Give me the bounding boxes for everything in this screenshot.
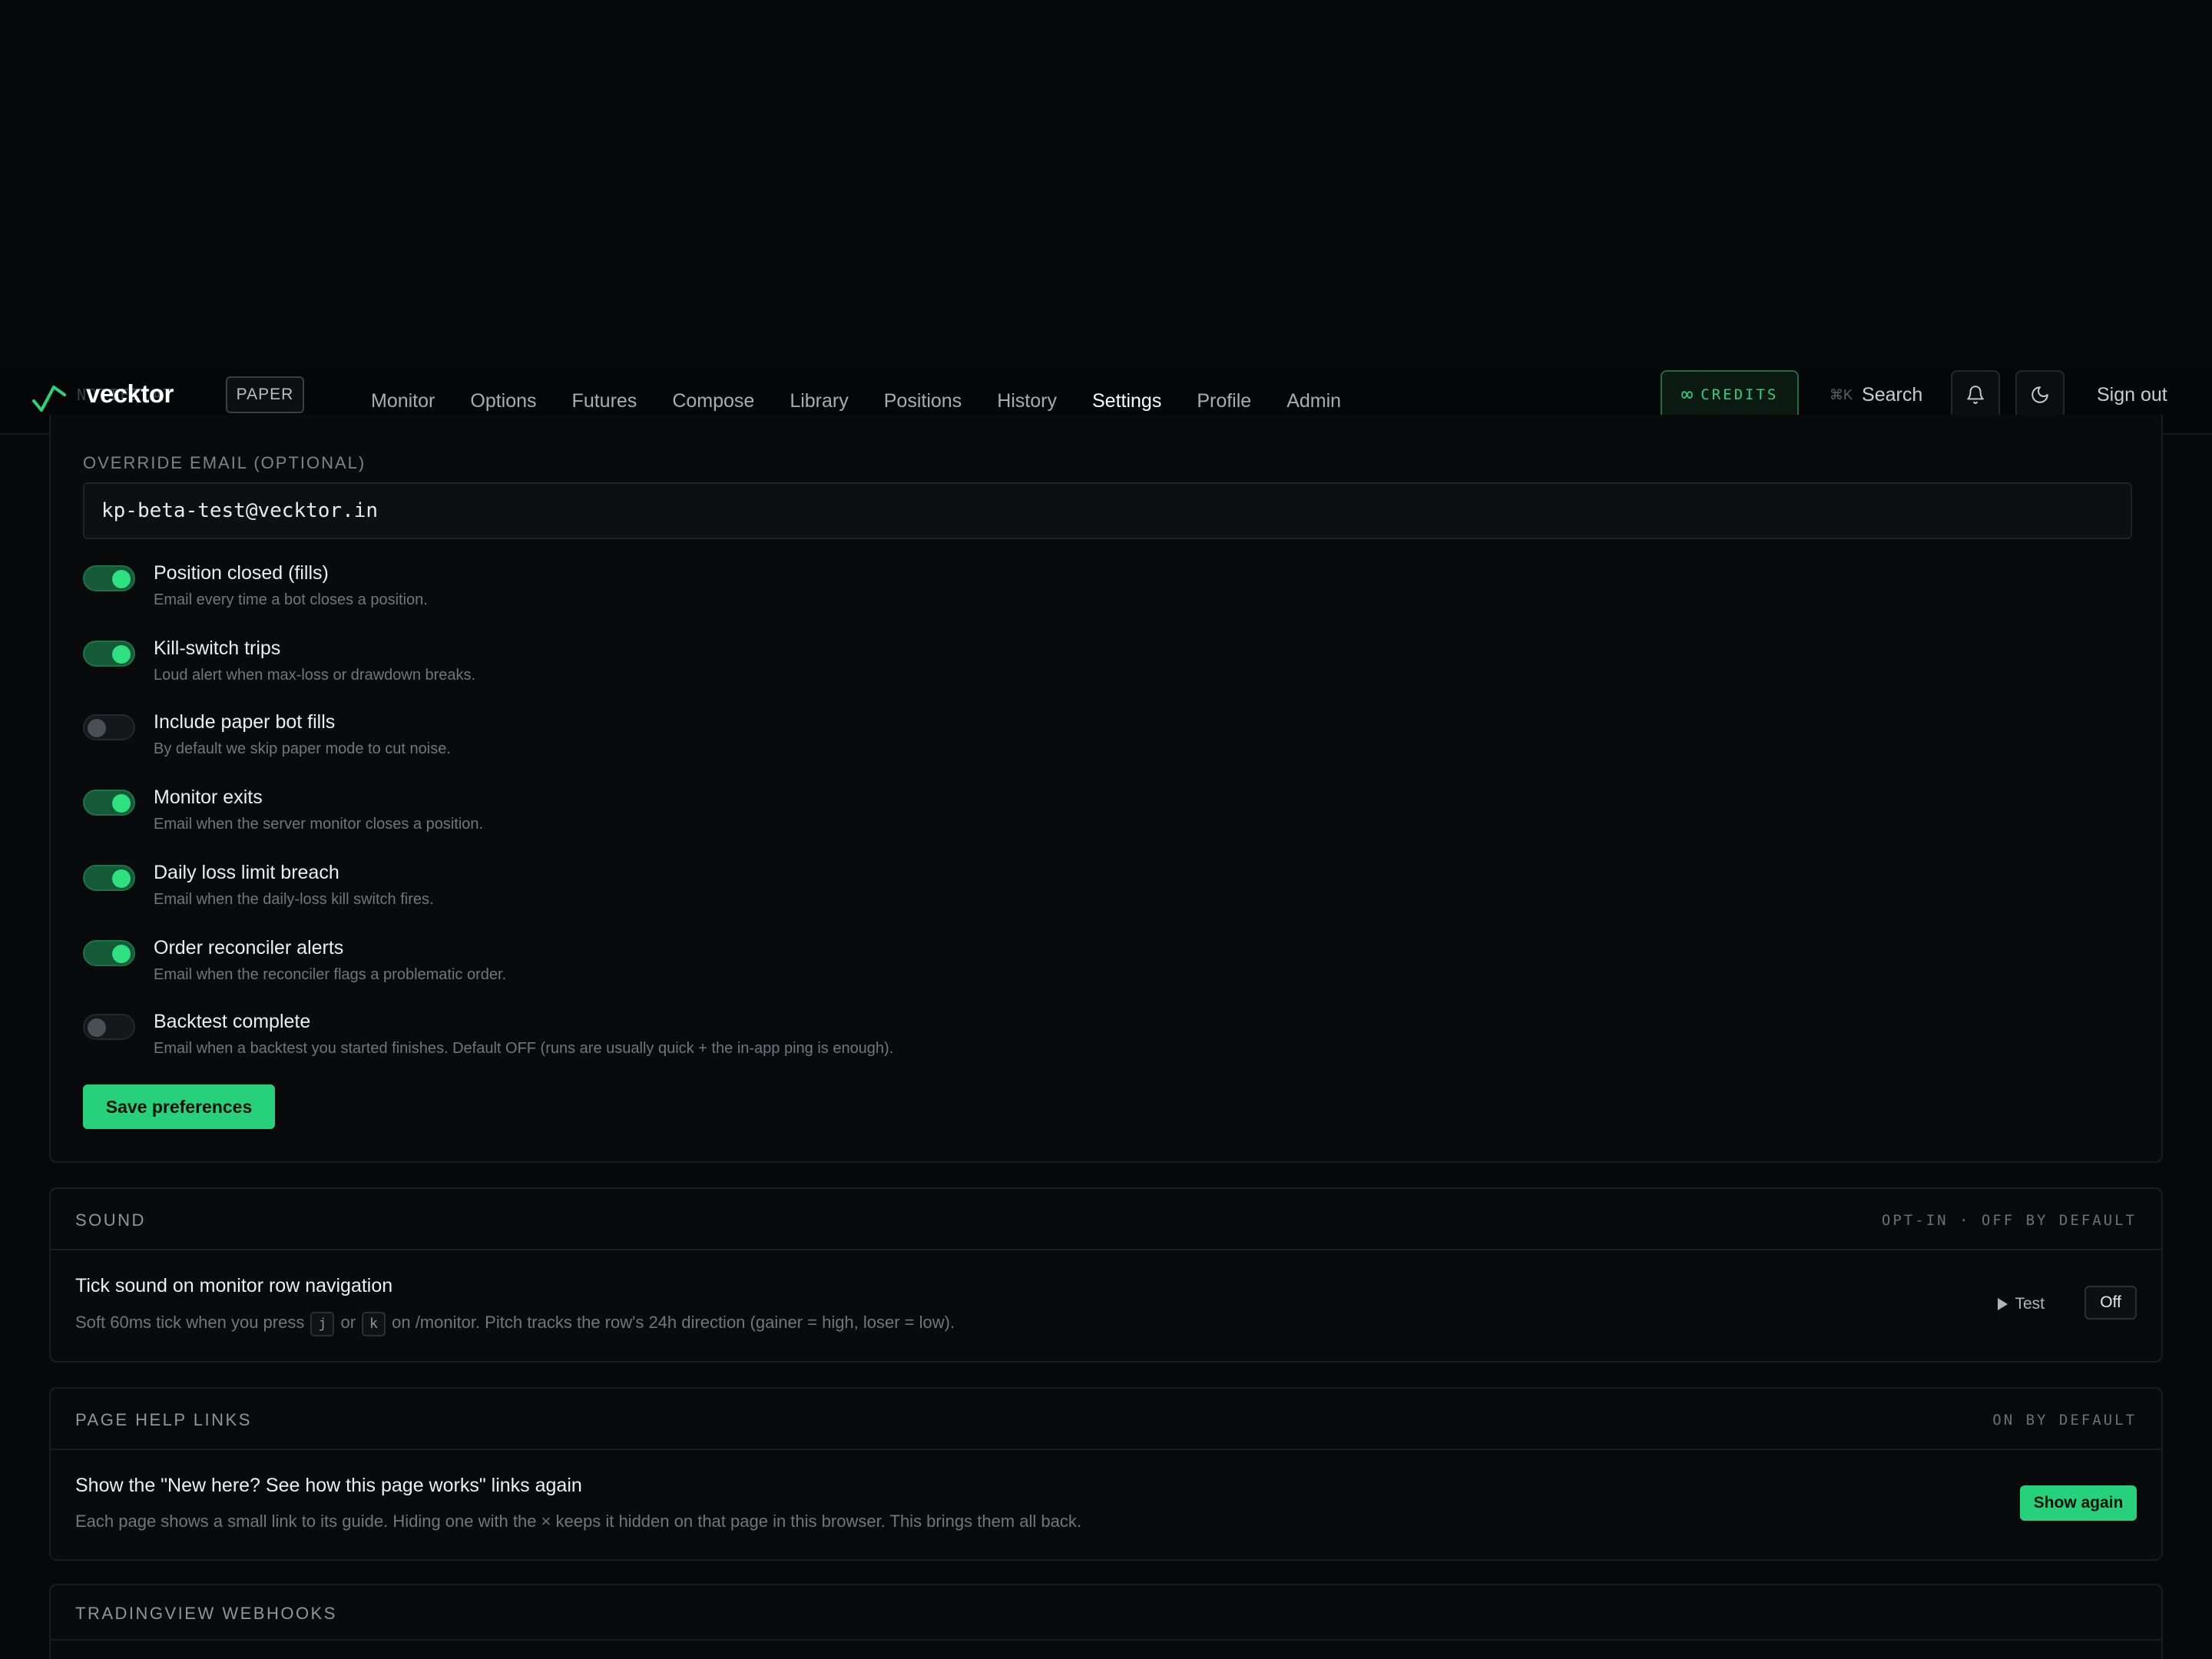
search-label: Search bbox=[1862, 383, 1923, 406]
desc-text: or bbox=[340, 1313, 356, 1332]
card-meta: ON BY DEFAULT bbox=[1992, 1412, 2137, 1429]
toggle-knob bbox=[88, 1018, 106, 1037]
infinity-icon: ∞ bbox=[1681, 383, 1694, 406]
pref-order-reconciler: Order reconciler alerts Email when the r… bbox=[83, 937, 2080, 998]
desc-text: on /monitor. Pitch tracks the row's 24h … bbox=[392, 1313, 955, 1332]
pref-desc: Email when a backtest you started finish… bbox=[154, 1040, 894, 1057]
toggle-knob bbox=[112, 869, 131, 888]
toggle-switch[interactable] bbox=[83, 940, 135, 966]
pref-title: Monitor exits bbox=[154, 786, 263, 808]
play-icon bbox=[1998, 1298, 2008, 1310]
test-label: Test bbox=[2015, 1295, 2045, 1313]
card-title: TRADINGVIEW WEBHOOKS bbox=[75, 1604, 337, 1623]
toggle-switch[interactable] bbox=[83, 641, 135, 667]
paper-mode-badge: PAPER bbox=[226, 376, 304, 413]
sound-row-title: Tick sound on monitor row navigation bbox=[75, 1275, 393, 1296]
card-meta: OPT-IN · OFF BY DEFAULT bbox=[1881, 1212, 2137, 1229]
pref-paper-bot-fills: Include paper bot fills By default we sk… bbox=[83, 711, 2080, 773]
email-notifications-card: OVERRIDE EMAIL (OPTIONAL) kp-beta-test@v… bbox=[49, 415, 2163, 1163]
sign-out-link[interactable]: Sign out bbox=[2097, 376, 2167, 413]
pref-desc: Email when the server monitor closes a p… bbox=[154, 816, 484, 833]
pref-desc: Email every time a bot closes a position… bbox=[154, 591, 428, 608]
search-shortcut: ⌘K bbox=[1830, 386, 1853, 402]
save-preferences-button[interactable]: Save preferences bbox=[83, 1084, 275, 1129]
theme-toggle-button[interactable] bbox=[2015, 370, 2065, 419]
toggle-switch[interactable] bbox=[83, 790, 135, 816]
toggle-switch[interactable] bbox=[83, 714, 135, 740]
override-email-input[interactable]: kp-beta-test@vecktor.in bbox=[83, 482, 2132, 539]
card-header: TRADINGVIEW WEBHOOKS bbox=[51, 1585, 2161, 1641]
pref-title: Kill-switch trips bbox=[154, 637, 281, 659]
credits-label: CREDITS bbox=[1700, 386, 1779, 403]
pref-title: Order reconciler alerts bbox=[154, 937, 344, 959]
pref-title: Include paper bot fills bbox=[154, 711, 336, 733]
sound-card: SOUND OPT-IN · OFF BY DEFAULT Tick sound… bbox=[49, 1187, 2163, 1363]
toggle-knob bbox=[112, 570, 131, 588]
notifications-button[interactable] bbox=[1951, 370, 2000, 419]
pref-kill-switch: Kill-switch trips Loud alert when max-lo… bbox=[83, 637, 2080, 699]
pref-title: Backtest complete bbox=[154, 1011, 311, 1032]
pref-position-closed: Position closed (fills) Email every time… bbox=[83, 562, 2080, 624]
search-button[interactable]: ⌘K Search bbox=[1830, 376, 1922, 413]
card-title: SOUND bbox=[75, 1210, 146, 1230]
bell-icon bbox=[1967, 386, 1984, 404]
toggle-switch[interactable] bbox=[83, 865, 135, 891]
toggle-switch[interactable] bbox=[83, 565, 135, 591]
override-email-label: OVERRIDE EMAIL (OPTIONAL) bbox=[83, 453, 366, 472]
pref-monitor-exits: Monitor exits Email when the server moni… bbox=[83, 786, 2080, 848]
toggle-knob bbox=[112, 945, 131, 963]
key-j: j bbox=[310, 1312, 335, 1336]
brand-name[interactable]: vecktor bbox=[86, 379, 174, 409]
show-again-button[interactable]: Show again bbox=[2020, 1485, 2137, 1521]
pref-title: Position closed (fills) bbox=[154, 562, 329, 584]
vecktor-logo-icon[interactable] bbox=[31, 378, 68, 415]
tradingview-webhooks-card: TRADINGVIEW WEBHOOKS bbox=[49, 1584, 2163, 1659]
toggle-knob bbox=[88, 719, 106, 737]
pref-desc: By default we skip paper mode to cut noi… bbox=[154, 740, 451, 757]
toggle-knob bbox=[112, 794, 131, 813]
moon-icon bbox=[2032, 386, 2048, 403]
key-k: k bbox=[362, 1312, 386, 1336]
pref-backtest-complete: Backtest complete Email when a backtest … bbox=[83, 1011, 2080, 1072]
sound-off-toggle[interactable]: Off bbox=[2085, 1286, 2137, 1320]
pref-desc: Loud alert when max-loss or drawdown bre… bbox=[154, 667, 476, 684]
help-row-desc: Each page shows a small link to its guid… bbox=[75, 1512, 1081, 1531]
desc-text: Soft 60ms tick when you press bbox=[75, 1313, 305, 1332]
test-sound-button[interactable]: Test bbox=[1996, 1287, 2045, 1321]
toggle-knob bbox=[112, 645, 131, 664]
credits-button[interactable]: ∞ CREDITS bbox=[1661, 370, 1799, 419]
page-help-links-card: PAGE HELP LINKS ON BY DEFAULT Show the "… bbox=[49, 1387, 2163, 1561]
card-header: SOUND OPT-IN · OFF BY DEFAULT bbox=[51, 1189, 2161, 1250]
pref-desc: Email when the daily-loss kill switch fi… bbox=[154, 891, 434, 908]
card-header: PAGE HELP LINKS ON BY DEFAULT bbox=[51, 1389, 2161, 1450]
card-title: PAGE HELP LINKS bbox=[75, 1410, 252, 1429]
toggle-switch[interactable] bbox=[83, 1014, 135, 1040]
pref-daily-loss-limit: Daily loss limit breach Email when the d… bbox=[83, 862, 2080, 923]
pref-desc: Email when the reconciler flags a proble… bbox=[154, 966, 507, 983]
pref-title: Daily loss limit breach bbox=[154, 862, 339, 883]
sound-row-desc: Soft 60ms tick when you press j or k on … bbox=[75, 1312, 955, 1336]
help-row-title: Show the "New here? See how this page wo… bbox=[75, 1475, 582, 1496]
